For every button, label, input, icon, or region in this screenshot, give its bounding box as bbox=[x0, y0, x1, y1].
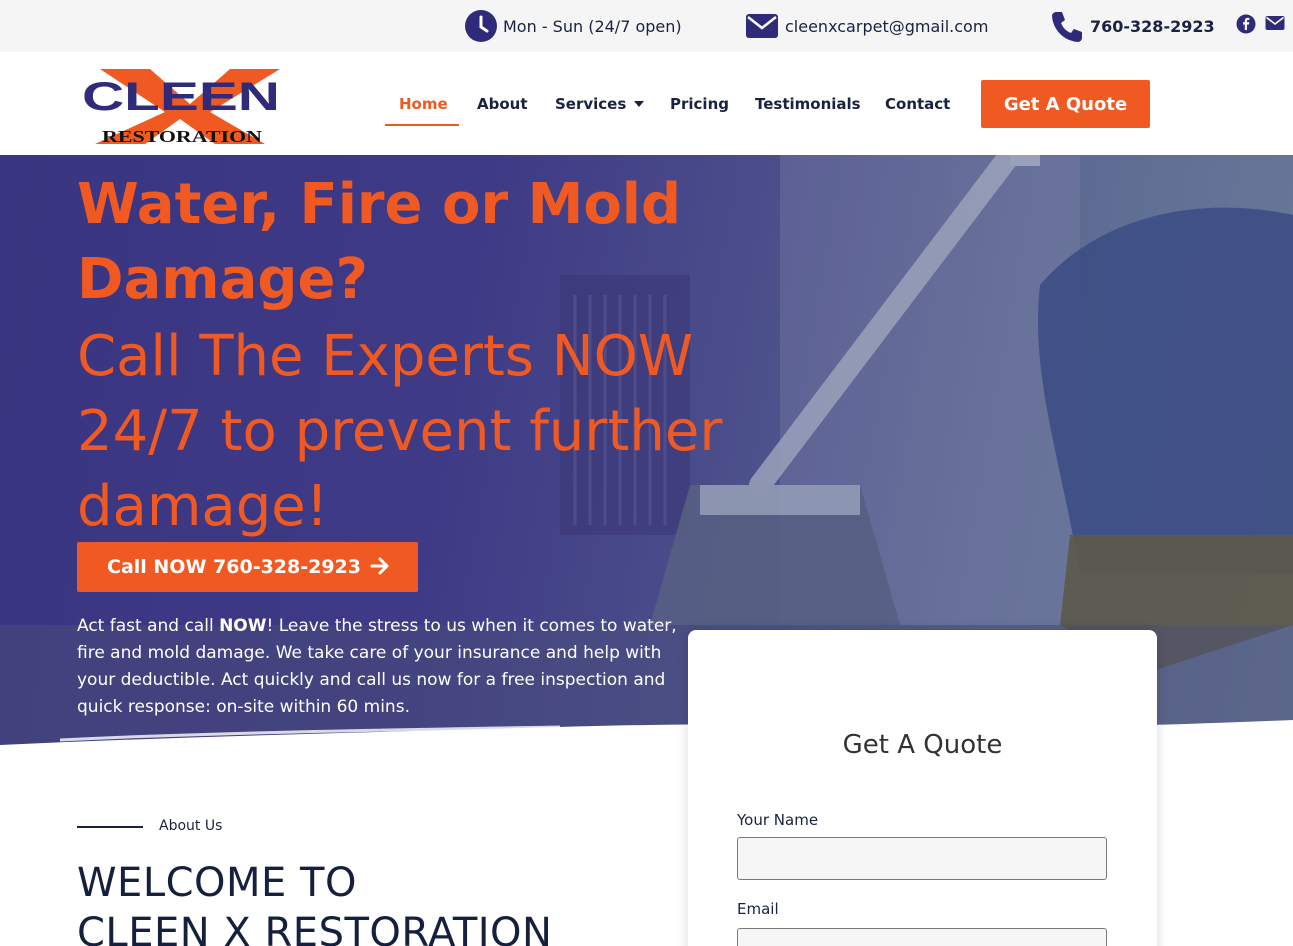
call-now-label: Call NOW 760-328-2923 bbox=[107, 556, 362, 578]
chevron-down-icon bbox=[634, 100, 645, 107]
welcome-heading-line1: WELCOME TO bbox=[77, 860, 357, 906]
welcome-heading: WELCOME TO CLEEN X RESTORATION bbox=[77, 858, 552, 946]
email-label: Email bbox=[737, 900, 779, 918]
hero-description-emphasis: NOW bbox=[219, 616, 267, 636]
mail-link[interactable] bbox=[1265, 14, 1285, 32]
site-logo[interactable]: CLEEN RESTORATION bbox=[80, 64, 285, 146]
nav-about[interactable]: About bbox=[477, 52, 528, 155]
hours-text: Mon - Sun (24/7 open) bbox=[503, 16, 682, 36]
about-label: About Us bbox=[159, 818, 223, 834]
nav-services[interactable]: Services bbox=[555, 52, 645, 155]
envelope-icon bbox=[746, 14, 778, 38]
nav-active-underline bbox=[385, 124, 459, 126]
svg-text:RESTORATION: RESTORATION bbox=[102, 127, 263, 146]
facebook-icon bbox=[1236, 14, 1256, 34]
welcome-heading-line2: CLEEN X RESTORATION bbox=[77, 910, 553, 946]
name-label: Your Name bbox=[737, 811, 819, 829]
quote-form-title: Get A Quote bbox=[842, 730, 1003, 760]
svg-text:CLEEN: CLEEN bbox=[82, 75, 280, 119]
email-input[interactable] bbox=[737, 928, 1107, 946]
phone-info[interactable]: 760-328-2923 bbox=[1050, 0, 1215, 52]
top-bar: Mon - Sun (24/7 open) cleenxcarpet@gmail… bbox=[0, 0, 1293, 52]
facebook-link[interactable] bbox=[1236, 14, 1256, 34]
nav-pricing[interactable]: Pricing bbox=[670, 52, 729, 155]
email-text[interactable]: cleenxcarpet@gmail.com bbox=[785, 17, 988, 36]
arrow-right-icon bbox=[370, 557, 389, 575]
phone-icon bbox=[1052, 12, 1082, 42]
mail-icon bbox=[1265, 16, 1285, 30]
email-info[interactable]: cleenxcarpet@gmail.com bbox=[745, 0, 988, 52]
nav-testimonials[interactable]: Testimonials bbox=[755, 52, 861, 155]
hero-description-part: Act fast and call bbox=[77, 616, 220, 636]
quote-form-card: Get A Quote Your Name Email bbox=[688, 630, 1157, 946]
hero-title: Water, Fire or Mold Damage? bbox=[77, 172, 682, 312]
hero-subtitle: Call The Experts NOW 24/7 to prevent fur… bbox=[77, 324, 723, 539]
nav-contact[interactable]: Contact bbox=[885, 52, 950, 155]
nav-home[interactable]: Home bbox=[399, 52, 448, 155]
hours-info: Mon - Sun (24/7 open) bbox=[465, 0, 682, 52]
get-quote-button[interactable]: Get A Quote bbox=[981, 80, 1150, 128]
call-now-button[interactable]: Call NOW 760-328-2923 bbox=[77, 542, 418, 592]
about-divider-line bbox=[77, 826, 143, 828]
clock-icon bbox=[465, 10, 497, 42]
name-input[interactable] bbox=[737, 837, 1107, 880]
phone-text[interactable]: 760-328-2923 bbox=[1090, 17, 1215, 36]
nav-services-label: Services bbox=[555, 94, 627, 113]
site-header: CLEEN RESTORATION Home About Services Pr… bbox=[0, 52, 1293, 155]
